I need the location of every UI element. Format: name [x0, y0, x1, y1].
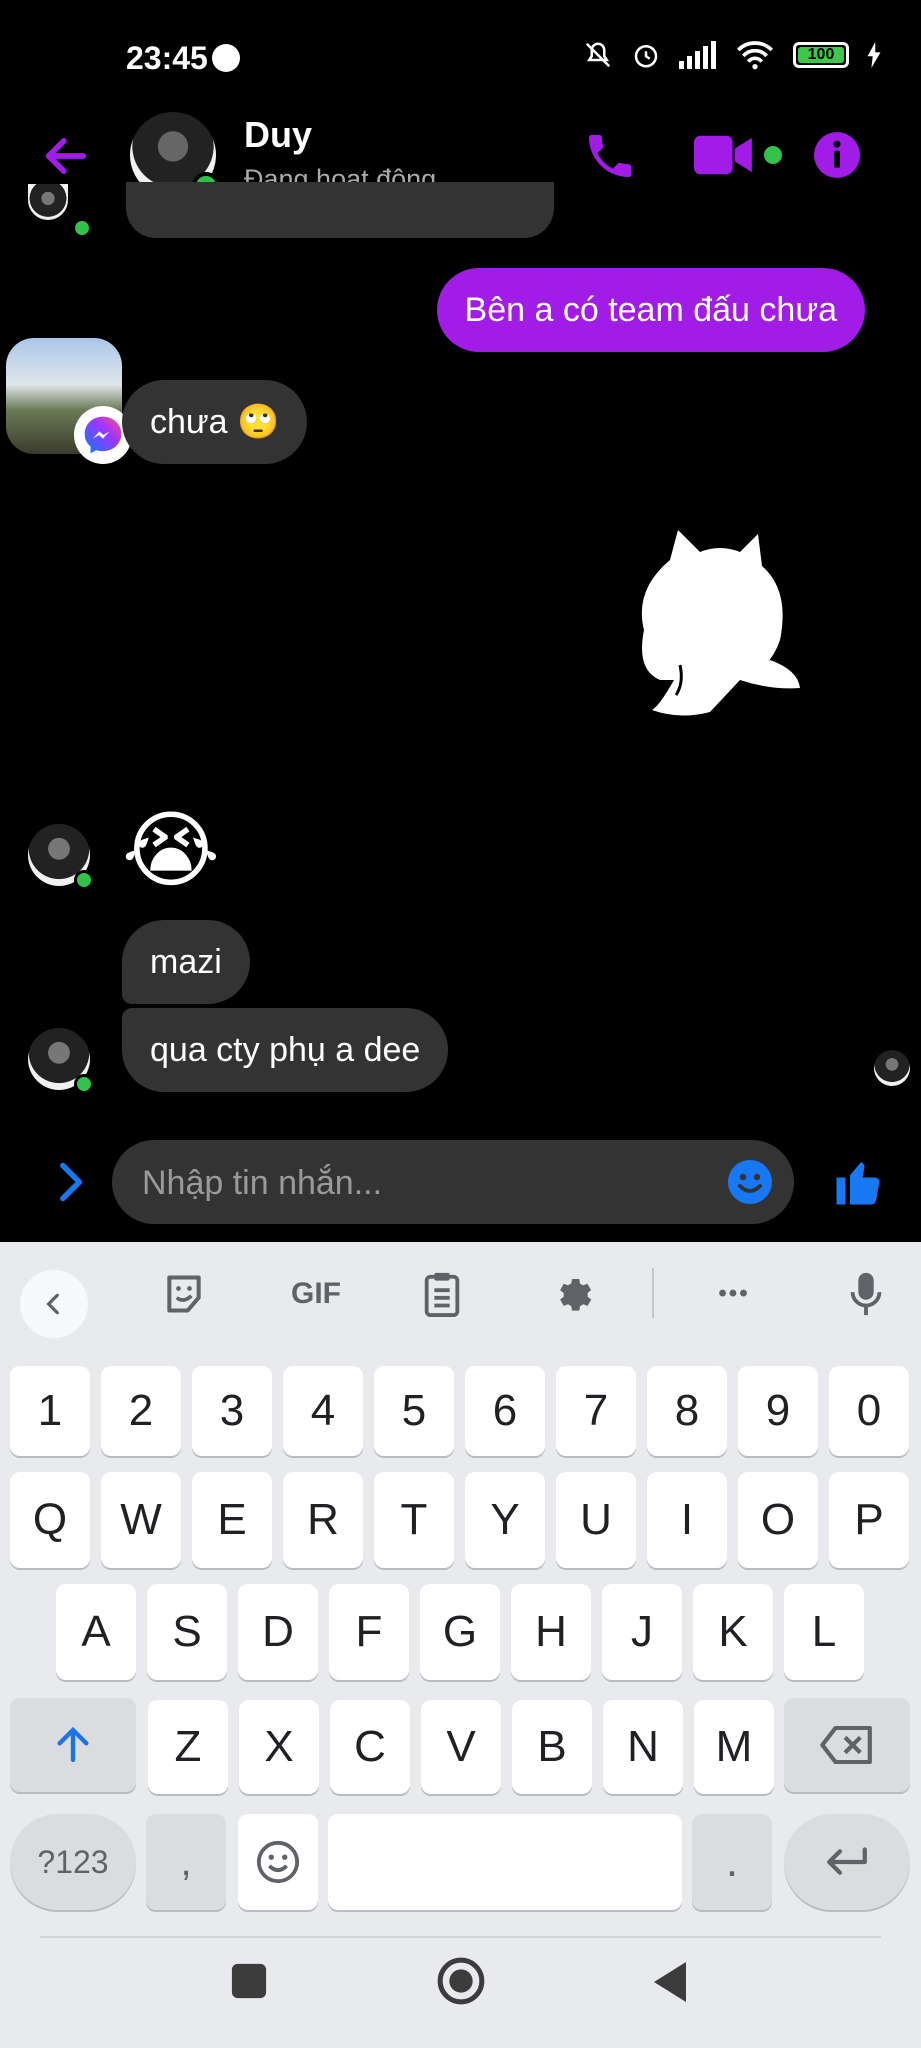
symbols-key[interactable]: ?123 — [10, 1814, 136, 1910]
phone-icon[interactable] — [580, 128, 640, 184]
key-2[interactable]: 2 — [101, 1366, 181, 1456]
key-t[interactable]: T — [374, 1472, 454, 1568]
comma-key[interactable]: , — [146, 1814, 226, 1910]
key-o[interactable]: O — [738, 1472, 818, 1568]
key-4[interactable]: 4 — [283, 1366, 363, 1456]
key-z[interactable]: Z — [148, 1700, 228, 1794]
key-3[interactable]: 3 — [192, 1366, 272, 1456]
key-s[interactable]: S — [147, 1584, 227, 1680]
chevron-left-icon — [46, 1293, 59, 1315]
message-bubble-out[interactable]: Bên a có team đấu chưa — [436, 268, 865, 352]
key-h[interactable]: H — [511, 1584, 591, 1680]
voice-input-button[interactable] — [840, 1268, 892, 1320]
key-v[interactable]: V — [421, 1700, 501, 1794]
backspace-icon — [820, 1726, 872, 1764]
emoji-key[interactable] — [238, 1814, 318, 1910]
key-1[interactable]: 1 — [10, 1366, 90, 1456]
avatar — [28, 184, 68, 220]
settings-button[interactable] — [546, 1268, 598, 1320]
messenger-notification-icon — [212, 44, 240, 72]
wifi-icon — [737, 41, 773, 70]
key-i[interactable]: I — [647, 1472, 727, 1568]
enter-icon — [827, 1847, 867, 1875]
info-icon[interactable] — [812, 130, 862, 180]
message-input[interactable] — [140, 1140, 704, 1226]
status-icons: 100 — [583, 40, 881, 70]
signal-icon — [679, 41, 716, 69]
message-bubble-in[interactable]: chưa 🙄 — [122, 380, 308, 464]
space-key[interactable] — [328, 1814, 682, 1910]
recent-apps-icon[interactable] — [230, 1962, 268, 2000]
message-bubble-in[interactable]: qua cty phụ a dee — [122, 1008, 449, 1092]
key-e[interactable]: E — [192, 1472, 272, 1568]
key-5[interactable]: 5 — [374, 1366, 454, 1456]
keyboard: GIF ••• 1234567890 QWERTYUIOP ASDFGHJKL … — [0, 1242, 921, 2048]
more-button[interactable]: ••• — [708, 1268, 760, 1320]
emoji-icon — [256, 1840, 300, 1884]
emoji-icon[interactable] — [726, 1158, 774, 1206]
key-u[interactable]: U — [556, 1472, 636, 1568]
contact-name[interactable]: Duy — [244, 114, 312, 156]
key-c[interactable]: C — [330, 1700, 410, 1794]
key-b[interactable]: B — [512, 1700, 592, 1794]
period-key[interactable]: . — [692, 1814, 772, 1910]
key-k[interactable]: K — [693, 1584, 773, 1680]
microphone-icon — [850, 1272, 882, 1316]
key-l[interactable]: L — [784, 1584, 864, 1680]
key-y[interactable]: Y — [465, 1472, 545, 1568]
sticker-icon — [167, 1275, 201, 1313]
online-indicator — [74, 1074, 94, 1094]
key-j[interactable]: J — [602, 1584, 682, 1680]
message-bubble-partial — [126, 182, 554, 238]
cat-sticker[interactable] — [630, 530, 810, 730]
key-0[interactable]: 0 — [829, 1366, 909, 1456]
online-indicator — [72, 218, 92, 238]
charging-icon — [867, 42, 881, 68]
status-time: 23:45 — [126, 40, 208, 76]
key-9[interactable]: 9 — [738, 1366, 818, 1456]
keyboard-toolbar: GIF ••• — [0, 1242, 921, 1342]
key-g[interactable]: G — [420, 1584, 500, 1680]
clipboard-button[interactable] — [416, 1268, 468, 1320]
sticker-button[interactable] — [158, 1268, 210, 1320]
key-a[interactable]: A — [56, 1584, 136, 1680]
thumbs-up-icon[interactable] — [832, 1154, 886, 1210]
gear-icon — [560, 1278, 592, 1311]
toolbar-back-button[interactable] — [20, 1270, 88, 1338]
home-icon[interactable] — [436, 1956, 486, 2006]
emoji-message[interactable]: 😭 — [122, 800, 220, 900]
gif-button[interactable]: GIF — [286, 1268, 346, 1320]
system-navigation-bar — [0, 1928, 921, 2048]
key-7[interactable]: 7 — [556, 1366, 636, 1456]
key-n[interactable]: N — [603, 1700, 683, 1794]
back-nav-icon[interactable] — [650, 1960, 690, 2004]
message-bubble-in[interactable]: mazi — [122, 920, 250, 1004]
key-f[interactable]: F — [329, 1584, 409, 1680]
mute-icon — [585, 42, 611, 68]
seen-receipt-avatar — [874, 1050, 910, 1086]
key-p[interactable]: P — [829, 1472, 909, 1568]
video-online-dot — [764, 146, 782, 164]
chevron-right-icon[interactable] — [56, 1160, 88, 1204]
key-m[interactable]: M — [694, 1700, 774, 1794]
battery-icon: 100 — [793, 42, 849, 68]
shift-key[interactable] — [10, 1698, 136, 1792]
key-8[interactable]: 8 — [647, 1366, 727, 1456]
clipboard-icon — [424, 1272, 460, 1317]
backspace-key[interactable] — [784, 1698, 910, 1792]
key-w[interactable]: W — [101, 1472, 181, 1568]
key-x[interactable]: X — [239, 1700, 319, 1794]
toolbar-divider — [652, 1268, 654, 1318]
online-indicator — [74, 870, 94, 890]
shift-icon — [57, 1726, 89, 1763]
key-d[interactable]: D — [238, 1584, 318, 1680]
alarm-icon — [634, 45, 658, 68]
key-6[interactable]: 6 — [465, 1366, 545, 1456]
message-input-container[interactable] — [112, 1140, 794, 1226]
key-q[interactable]: Q — [10, 1472, 90, 1568]
video-icon[interactable] — [694, 130, 754, 180]
enter-key[interactable] — [784, 1814, 910, 1910]
back-arrow-icon[interactable] — [40, 130, 92, 182]
key-r[interactable]: R — [283, 1472, 363, 1568]
